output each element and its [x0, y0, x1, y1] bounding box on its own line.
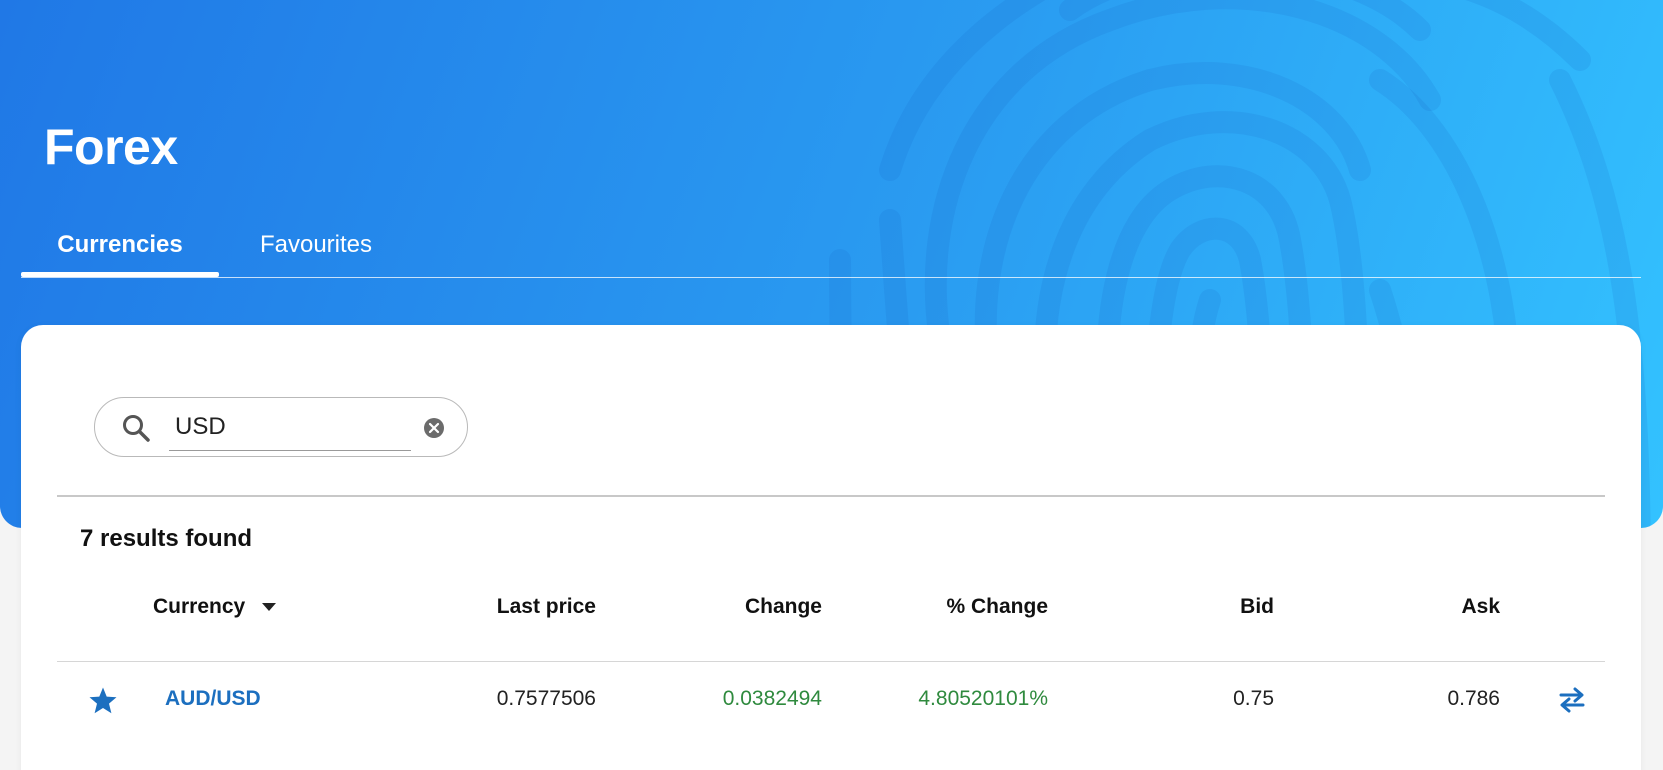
search-divider	[57, 495, 1605, 497]
page-title: Forex	[44, 119, 178, 175]
bid-cell: 0.75	[1233, 687, 1274, 710]
currency-pair-link[interactable]: AUD/USD	[165, 677, 261, 721]
column-currency-label: Currency	[153, 595, 246, 618]
tab-currencies[interactable]: Currencies	[21, 225, 219, 277]
column-change[interactable]: Change	[745, 587, 822, 627]
last-price-cell: 0.7577506	[496, 687, 596, 710]
forex-page: Forex Currencies Favourites 7 results fo…	[0, 0, 1663, 770]
search-icon	[123, 415, 150, 442]
column-pct-change[interactable]: % Change	[946, 587, 1048, 627]
table-row: AUD/USD 0.7577506 0.0382494 4.80520101% …	[57, 677, 1605, 721]
star-icon[interactable]	[88, 686, 118, 716]
ask-cell: 0.786	[1447, 687, 1500, 710]
tab-favourites[interactable]: Favourites	[232, 225, 400, 275]
search-box	[94, 397, 468, 457]
column-ask[interactable]: Ask	[1461, 587, 1500, 627]
results-count: 7 results found	[80, 525, 253, 552]
column-bid[interactable]: Bid	[1240, 587, 1274, 627]
caret-down-icon	[262, 603, 277, 612]
clear-icon[interactable]	[423, 417, 445, 439]
pct-change-cell: 4.80520101%	[918, 687, 1048, 710]
search-input[interactable]	[169, 404, 411, 451]
column-currency[interactable]: Currency	[153, 587, 277, 627]
column-last-price[interactable]: Last price	[497, 587, 596, 627]
change-cell: 0.0382494	[722, 687, 822, 710]
tab-bar: Currencies Favourites	[21, 225, 1641, 278]
swap-icon[interactable]	[1557, 687, 1587, 713]
results-card: 7 results found Currency Last price Chan…	[21, 325, 1641, 770]
header-divider	[57, 661, 1605, 662]
table-header: Currency Last price Change % Change Bid …	[57, 587, 1605, 627]
